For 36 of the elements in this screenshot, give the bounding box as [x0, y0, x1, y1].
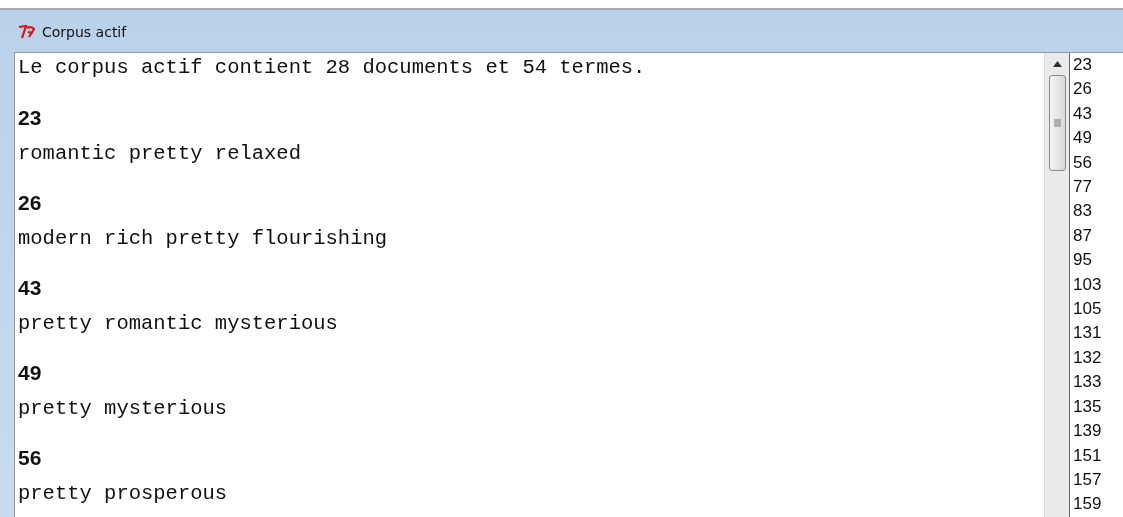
list-item[interactable]: 26	[1073, 77, 1123, 102]
document-id: 23	[18, 106, 43, 130]
document-terms: pretty romantic mysterious	[18, 312, 339, 336]
list-item[interactable]: 23	[1073, 53, 1123, 78]
document-terms: modern rich pretty flourishing	[18, 227, 389, 251]
document-terms: pretty mysterious	[18, 397, 229, 421]
list-item[interactable]: 77	[1073, 175, 1123, 200]
document-id: 26	[18, 191, 43, 215]
document-id: 43	[18, 276, 43, 300]
list-item[interactable]: 105	[1073, 297, 1123, 322]
summary-text: Le corpus actif contient 28 documents et 54 termes.	[18, 55, 647, 81]
list-item[interactable]: 135	[1073, 394, 1123, 420]
document-id: 56	[18, 446, 43, 470]
list-item[interactable]: 132	[1073, 345, 1123, 371]
list-item[interactable]: 95	[1073, 248, 1123, 273]
list-item[interactable]: 151	[1073, 443, 1123, 468]
list-item[interactable]: 103	[1073, 272, 1123, 298]
scroll-thumb[interactable]	[1048, 75, 1066, 171]
list-item[interactable]: 83	[1073, 199, 1123, 224]
list-item[interactable]: 131	[1073, 321, 1123, 346]
scrollbar[interactable]	[1044, 53, 1069, 517]
id-listbox[interactable]: 23 26 43 49 56 77 83 87 95 103 105 131 132 133 135 139 151 157 159	[1069, 53, 1123, 517]
list-item[interactable]: 157	[1073, 467, 1123, 493]
list-item[interactable]: 43	[1073, 101, 1123, 127]
document-terms: romantic pretty relaxed	[18, 142, 302, 166]
document-terms: pretty prosperous	[18, 482, 229, 506]
list-item[interactable]: 87	[1073, 223, 1123, 249]
list-item[interactable]: 49	[1073, 126, 1123, 151]
list-item[interactable]: 159	[1073, 492, 1123, 517]
text-area[interactable]: Le corpus actif contient 28 documents et 54 termes. 23 romantic pretty relaxed 26 modern rich pretty flourishing 43 pretty romantic mysterious 49 pretty mysterious 56 pretty prosperous	[15, 53, 1044, 517]
list-item[interactable]: 56	[1073, 150, 1123, 176]
scroll-up-icon[interactable]	[1052, 61, 1062, 67]
list-item[interactable]: 139	[1073, 419, 1123, 444]
document-id: 49	[18, 361, 43, 385]
list-item[interactable]: 133	[1073, 370, 1123, 395]
window-title: Corpus actif	[42, 24, 127, 40]
